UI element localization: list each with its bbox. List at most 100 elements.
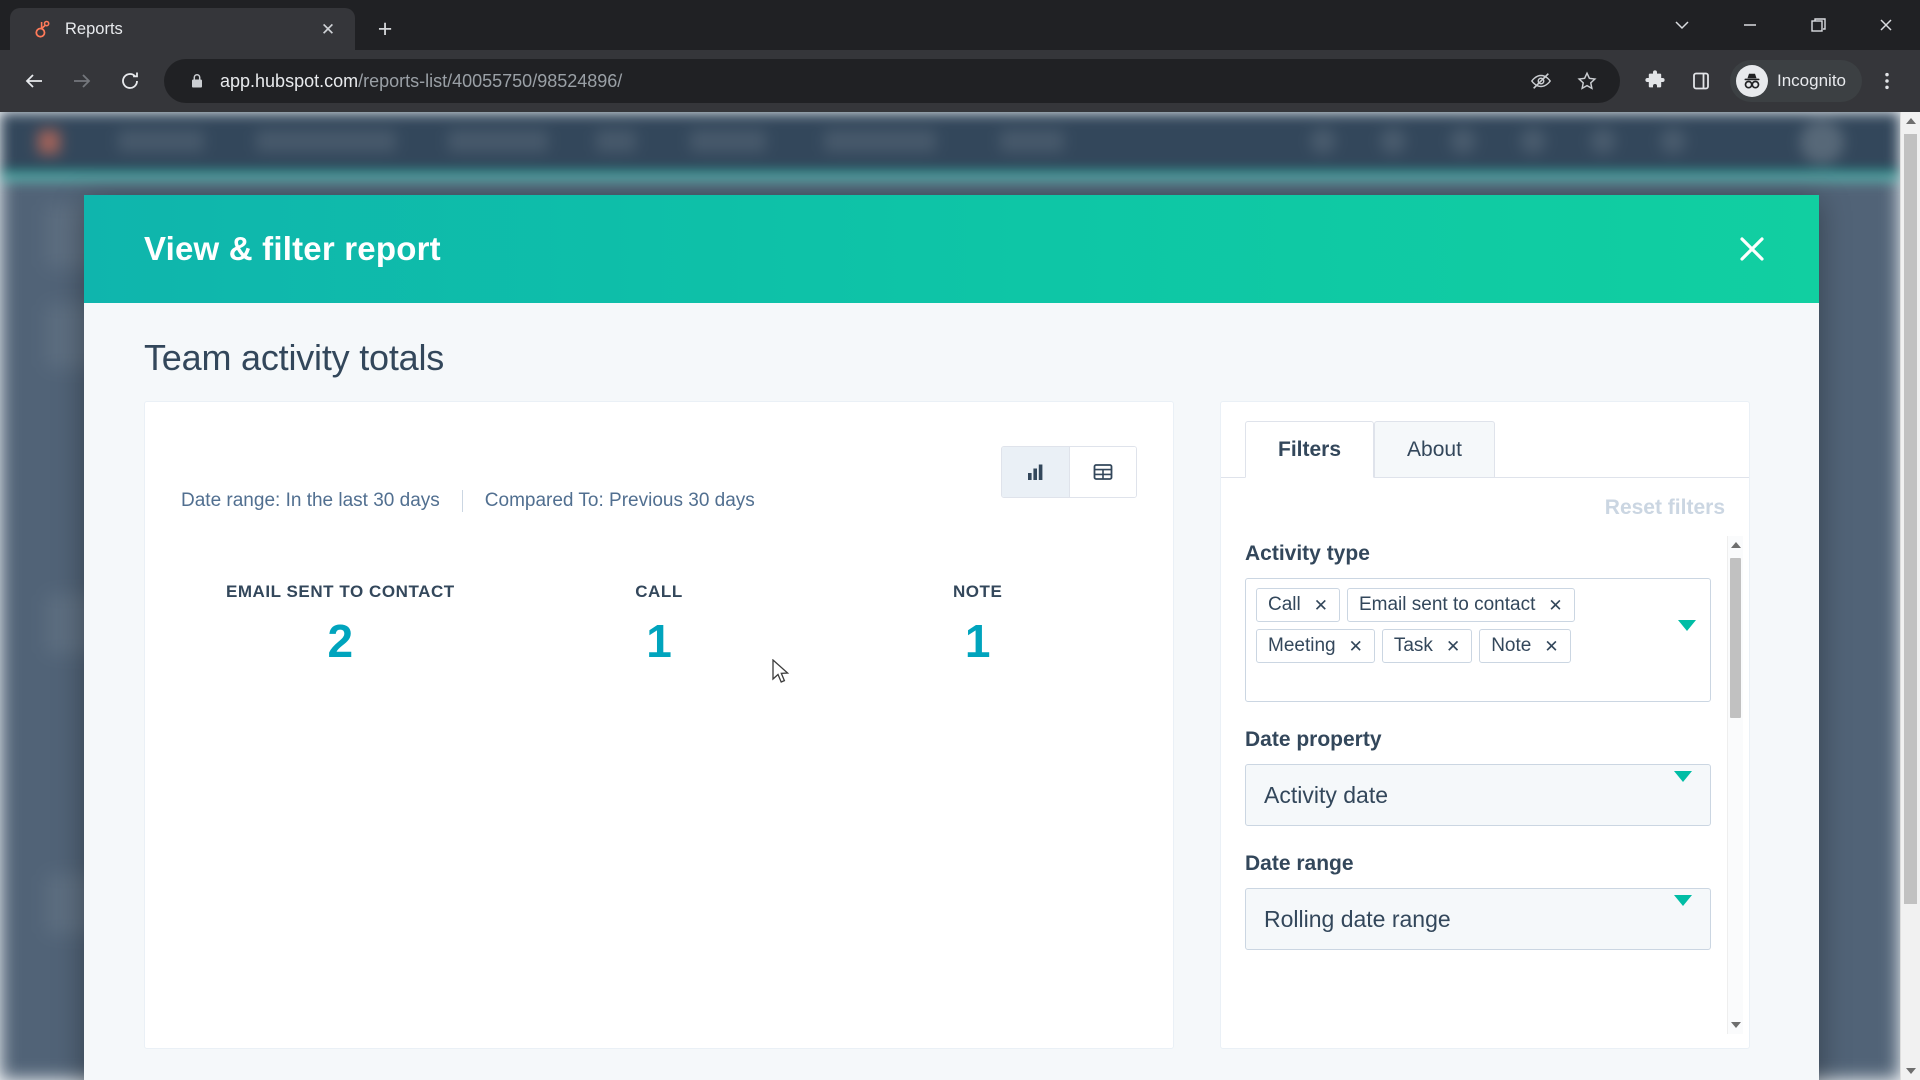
tag-label: Call <box>1268 594 1301 615</box>
filters-card: Filters About Reset filters Activity typ… <box>1220 401 1750 1049</box>
address-bar[interactable]: app.hubspot.com/reports-list/40055750/98… <box>164 59 1620 103</box>
url-host: app.hubspot.com <box>220 70 359 91</box>
tag-call[interactable]: Call ✕ <box>1256 588 1340 622</box>
tag-label: Meeting <box>1268 635 1336 656</box>
browser-tab[interactable]: Reports ✕ <box>10 8 355 50</box>
url-path: /reports-list/40055750/98524896/ <box>358 70 623 91</box>
url-text: app.hubspot.com/reports-list/40055750/98… <box>220 71 1512 92</box>
modal-body: Team activity totals Date range: In the … <box>84 303 1819 1080</box>
incognito-icon <box>1736 65 1768 97</box>
page-scroll-up-arrow-icon[interactable] <box>1901 112 1920 130</box>
profile-chip[interactable]: Incognito <box>1730 60 1862 102</box>
chevron-down-icon <box>1674 894 1692 933</box>
tag-remove-icon[interactable]: ✕ <box>1349 638 1363 655</box>
background-logo <box>38 130 60 154</box>
mouse-cursor <box>772 658 792 692</box>
filters-scrollbar[interactable] <box>1727 536 1743 1034</box>
bar-chart-icon[interactable] <box>1002 447 1069 497</box>
metric-item: CALL 1 <box>500 582 819 664</box>
tab-search-chevron-icon[interactable] <box>1648 0 1716 50</box>
window-minimize-button[interactable] <box>1716 0 1784 50</box>
browser-window: Reports ✕ + app.hubspot.com/reports-list… <box>0 0 1920 1080</box>
compared-to-text: Compared To: Previous 30 days <box>484 490 755 511</box>
hubspot-sprocket-icon <box>32 19 52 39</box>
profile-label: Incognito <box>1777 71 1846 90</box>
filters-scroll-area: Activity type Call ✕ Email sent to conta… <box>1221 528 1749 1048</box>
eye-off-icon[interactable] <box>1524 64 1558 98</box>
date-range-group: Date range Rolling date range <box>1245 852 1711 950</box>
date-range-text: Date range: In the last 30 days <box>181 490 440 511</box>
page-scrollbar-thumb[interactable] <box>1904 134 1917 904</box>
tab-close-icon[interactable]: ✕ <box>315 16 341 42</box>
reset-filters-row: Reset filters <box>1221 478 1749 520</box>
divider <box>461 490 463 512</box>
reload-button[interactable] <box>108 59 152 103</box>
modal-title: View & filter report <box>144 230 441 267</box>
tab-strip: Reports ✕ + <box>0 0 1920 50</box>
metric-value: 1 <box>646 615 672 667</box>
chevron-down-icon <box>1674 770 1692 809</box>
extensions-icon[interactable] <box>1634 60 1676 102</box>
modal-header: View & filter report <box>84 195 1819 303</box>
reset-filters-button[interactable]: Reset filters <box>1605 496 1725 519</box>
date-property-select[interactable]: Activity date <box>1245 764 1711 826</box>
tag-task[interactable]: Task ✕ <box>1381 629 1473 663</box>
table-icon[interactable] <box>1069 447 1136 497</box>
page-scroll-down-arrow-icon[interactable] <box>1901 1062 1920 1080</box>
three-dot-menu-icon[interactable] <box>1866 60 1908 102</box>
filters-scrollbar-thumb[interactable] <box>1730 558 1741 718</box>
activity-type-label: Activity type <box>1245 542 1370 565</box>
background-nav-bar <box>0 112 1900 178</box>
metric-group: EMAIL SENT TO CONTACT 2 CALL 1 NOTE 1 <box>181 582 1137 664</box>
metric-label: EMAIL SENT TO CONTACT <box>225 582 455 601</box>
view-filter-report-modal: View & filter report Team activity total… <box>84 195 1819 1080</box>
forward-button[interactable] <box>60 59 104 103</box>
page-title: Team activity totals <box>144 337 445 378</box>
close-icon[interactable] <box>1723 220 1781 278</box>
page-scrollbar[interactable] <box>1900 112 1920 1080</box>
scroll-up-arrow-icon[interactable] <box>1728 536 1743 554</box>
tag-remove-icon[interactable]: ✕ <box>1446 638 1460 655</box>
filters-tablist: Filters About <box>1221 402 1749 478</box>
side-panel-icon[interactable] <box>1680 60 1722 102</box>
tag-remove-icon[interactable]: ✕ <box>1544 638 1558 655</box>
tag-label: Note <box>1491 635 1532 656</box>
window-maximize-button[interactable] <box>1784 0 1852 50</box>
chevron-down-icon[interactable] <box>1678 620 1696 649</box>
date-range-summary: Date range: In the last 30 days Compared… <box>181 490 755 512</box>
date-range-value: Rolling date range <box>1264 905 1451 932</box>
browser-toolbar: app.hubspot.com/reports-list/40055750/98… <box>0 50 1920 112</box>
metric-item: NOTE 1 <box>818 582 1137 664</box>
tag-label: Task <box>1393 635 1433 656</box>
tag-meeting[interactable]: Meeting ✕ <box>1256 629 1375 663</box>
window-close-button[interactable] <box>1852 0 1920 50</box>
star-icon[interactable] <box>1570 64 1604 98</box>
window-controls <box>1648 0 1920 50</box>
page-viewport: View & filter report Team activity total… <box>0 112 1920 1080</box>
tab-filters[interactable]: Filters <box>1245 421 1375 478</box>
activity-type-multiselect[interactable]: Call ✕ Email sent to contact ✕ Meeting ✕… <box>1245 578 1711 702</box>
date-property-label: Date property <box>1245 728 1382 751</box>
metric-value: 1 <box>964 615 991 667</box>
tag-label: Email sent to contact <box>1358 594 1536 615</box>
tab-title: Reports <box>65 19 123 38</box>
date-property-group: Date property Activity date <box>1245 728 1711 826</box>
tag-note[interactable]: Note ✕ <box>1479 629 1571 663</box>
view-toggle-group <box>1001 446 1137 498</box>
lock-icon <box>186 64 208 98</box>
tag-remove-icon[interactable]: ✕ <box>1548 597 1562 614</box>
date-property-value: Activity date <box>1264 781 1388 808</box>
new-tab-button[interactable]: + <box>368 12 402 46</box>
tag-remove-icon[interactable]: ✕ <box>1314 597 1328 614</box>
date-range-select[interactable]: Rolling date range <box>1245 888 1711 950</box>
tag-email-sent-to-contact[interactable]: Email sent to contact ✕ <box>1346 588 1575 622</box>
metric-item: EMAIL SENT TO CONTACT 2 <box>181 582 500 664</box>
report-chart-card: Date range: In the last 30 days Compared… <box>144 401 1174 1049</box>
activity-type-group: Activity type Call ✕ Email sent to conta… <box>1245 542 1711 702</box>
back-button[interactable] <box>12 59 56 103</box>
metric-label: CALL <box>635 582 683 601</box>
tab-about[interactable]: About <box>1374 421 1495 478</box>
date-range-label: Date range <box>1245 852 1354 875</box>
scroll-down-arrow-icon[interactable] <box>1728 1016 1743 1034</box>
metric-label: NOTE <box>952 582 1003 601</box>
